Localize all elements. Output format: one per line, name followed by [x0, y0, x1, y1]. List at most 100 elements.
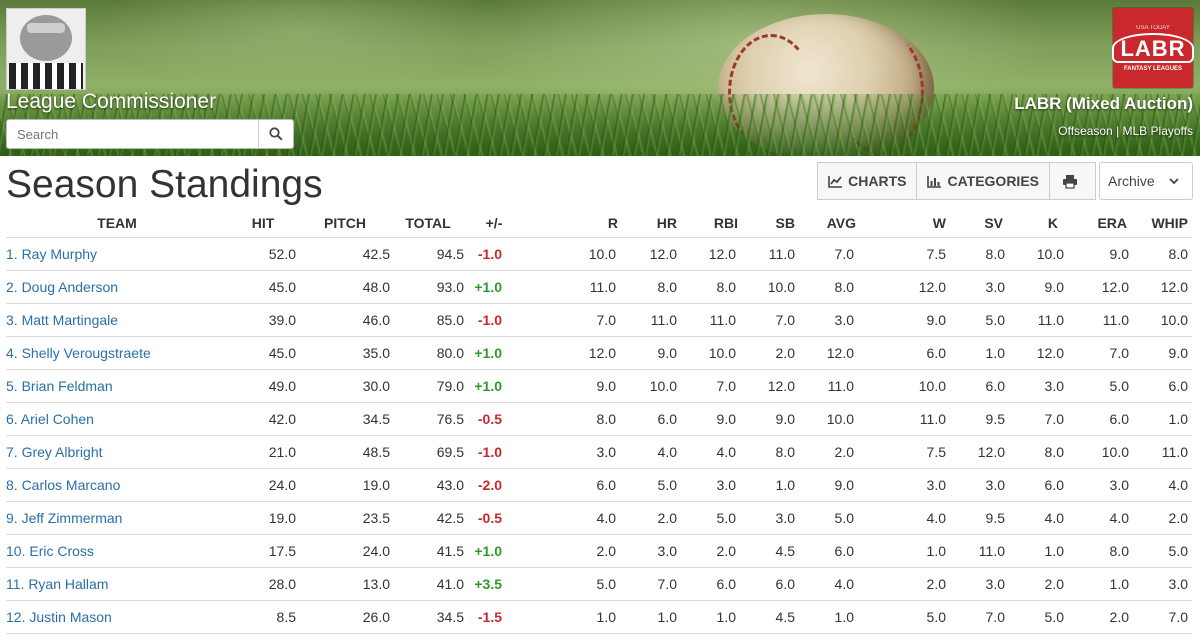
- team-link[interactable]: 10. Eric Cross: [6, 543, 94, 559]
- hit-cell: 17.5: [228, 534, 298, 568]
- team-link[interactable]: 7. Grey Albright: [6, 444, 103, 460]
- col-header-avg[interactable]: AVG: [797, 208, 856, 238]
- col-header-pitch[interactable]: PITCH: [298, 208, 392, 238]
- delta-cell: +3.5: [464, 567, 524, 601]
- whip-cell: 6.0: [1133, 369, 1192, 403]
- team-link[interactable]: 6. Ariel Cohen: [6, 411, 94, 427]
- total-cell: 41.0: [392, 567, 464, 601]
- col-header-w[interactable]: W: [856, 208, 950, 238]
- total-cell: 42.5: [392, 501, 464, 535]
- r-cell: 2.0: [524, 534, 620, 568]
- archive-select[interactable]: Archive: [1099, 162, 1193, 200]
- print-button[interactable]: [1049, 162, 1096, 200]
- league-logo[interactable]: USA TODAY LABR FANTASY LEAGUES: [1112, 8, 1194, 88]
- league-name[interactable]: LABR (Mixed Auction): [1014, 94, 1193, 114]
- col-header-hr[interactable]: HR: [620, 208, 679, 238]
- col-header-k[interactable]: K: [1009, 208, 1068, 238]
- whip-cell: 3.0: [1133, 567, 1192, 601]
- umpire-shirt: [9, 63, 83, 89]
- col-header-total[interactable]: TOTAL: [392, 208, 464, 238]
- rbi-cell: 12.0: [679, 237, 738, 271]
- rbi-cell: 3.0: [679, 468, 738, 502]
- era-cell: 6.0: [1068, 402, 1133, 436]
- hit-cell: 24.0: [228, 468, 298, 502]
- team-link[interactable]: 4. Shelly Verougstraete: [6, 345, 151, 361]
- table-row: 5. Brian Feldman 49.0 30.0 79.0 +1.0 9.0 10.0 7…: [6, 369, 1192, 403]
- col-header-r[interactable]: R: [524, 208, 620, 238]
- r-cell: 3.0: [524, 435, 620, 469]
- team-link[interactable]: 11. Ryan Hallam: [6, 576, 108, 592]
- k-cell: 9.0: [1009, 270, 1068, 304]
- rbi-cell: 11.0: [679, 303, 738, 337]
- total-cell: 76.5: [392, 402, 464, 436]
- delta-cell: +1.0: [464, 336, 524, 370]
- team-cell: 4. Shelly Verougstraete: [6, 336, 228, 370]
- search-button[interactable]: [258, 120, 293, 148]
- team-link[interactable]: 3. Matt Martingale: [6, 312, 118, 328]
- standings-toolbar: CHARTS CATEGORIES Archive: [817, 162, 1193, 200]
- sb-cell: 8.0: [738, 435, 797, 469]
- whip-cell: 1.0: [1133, 402, 1192, 436]
- standings-body: 1. Ray Murphy 52.0 42.5 94.5 -1.0 10.0 12.0 12.…: [6, 237, 1192, 634]
- col-header-delta[interactable]: +/-: [464, 208, 524, 238]
- sv-cell: 3.0: [950, 468, 1009, 502]
- col-header-whip[interactable]: WHIP: [1133, 208, 1192, 238]
- sb-cell: 3.0: [738, 501, 797, 535]
- sb-cell: 4.5: [738, 600, 797, 634]
- sb-cell: 6.0: [738, 567, 797, 601]
- league-logo-top-text: USA TODAY: [1136, 24, 1170, 31]
- search-icon: [269, 127, 283, 141]
- col-header-era[interactable]: ERA: [1068, 208, 1133, 238]
- pitch-cell: 34.5: [298, 402, 392, 436]
- col-header-sv[interactable]: SV: [950, 208, 1009, 238]
- charts-button[interactable]: CHARTS: [817, 162, 918, 200]
- era-cell: 11.0: [1068, 303, 1133, 337]
- total-cell: 69.5: [392, 435, 464, 469]
- sv-cell: 8.0: [950, 237, 1009, 271]
- r-cell: 8.0: [524, 402, 620, 436]
- avg-cell: 10.0: [797, 402, 856, 436]
- w-cell: 7.5: [856, 237, 950, 271]
- r-cell: 1.0: [524, 600, 620, 634]
- umpire-cap: [27, 23, 65, 33]
- sv-cell: 3.0: [950, 567, 1009, 601]
- team-link[interactable]: 2. Doug Anderson: [6, 279, 118, 295]
- col-header-sb[interactable]: SB: [738, 208, 797, 238]
- site-title[interactable]: League Commissioner: [6, 90, 216, 114]
- team-cell: 1. Ray Murphy: [6, 237, 228, 271]
- col-header-rbi[interactable]: RBI: [679, 208, 738, 238]
- total-cell: 41.5: [392, 534, 464, 568]
- league-logo-subtext: FANTASY LEAGUES: [1123, 65, 1183, 72]
- categories-label: CATEGORIES: [947, 173, 1039, 189]
- hit-cell: 8.5: [228, 600, 298, 634]
- hit-cell: 49.0: [228, 369, 298, 403]
- team-link[interactable]: 8. Carlos Marcano: [6, 477, 120, 493]
- col-header-team[interactable]: TEAM: [6, 208, 228, 238]
- sb-cell: 12.0: [738, 369, 797, 403]
- w-cell: 11.0: [856, 402, 950, 436]
- r-cell: 12.0: [524, 336, 620, 370]
- r-cell: 5.0: [524, 567, 620, 601]
- w-cell: 12.0: [856, 270, 950, 304]
- total-cell: 43.0: [392, 468, 464, 502]
- w-cell: 10.0: [856, 369, 950, 403]
- categories-button[interactable]: CATEGORIES: [916, 162, 1050, 200]
- site-logo[interactable]: [6, 8, 86, 90]
- pitch-cell: 23.5: [298, 501, 392, 535]
- era-cell: 3.0: [1068, 468, 1133, 502]
- team-link[interactable]: 5. Brian Feldman: [6, 378, 113, 394]
- col-header-hit[interactable]: HIT: [228, 208, 298, 238]
- search-input[interactable]: [7, 120, 258, 148]
- title-row: Season Standings CHARTS CATEGORIES Archi…: [0, 156, 1200, 208]
- team-cell: 10. Eric Cross: [6, 534, 228, 568]
- avg-cell: 7.0: [797, 237, 856, 271]
- r-cell: 11.0: [524, 270, 620, 304]
- whip-cell: 9.0: [1133, 336, 1192, 370]
- team-link[interactable]: 1. Ray Murphy: [6, 246, 97, 262]
- avg-cell: 11.0: [797, 369, 856, 403]
- team-link[interactable]: 9. Jeff Zimmerman: [6, 510, 122, 526]
- w-cell: 4.0: [856, 501, 950, 535]
- team-link[interactable]: 12. Justin Mason: [6, 609, 112, 625]
- table-row: 11. Ryan Hallam 28.0 13.0 41.0 +3.5 5.0 7.0 6.0…: [6, 567, 1192, 601]
- era-cell: 12.0: [1068, 270, 1133, 304]
